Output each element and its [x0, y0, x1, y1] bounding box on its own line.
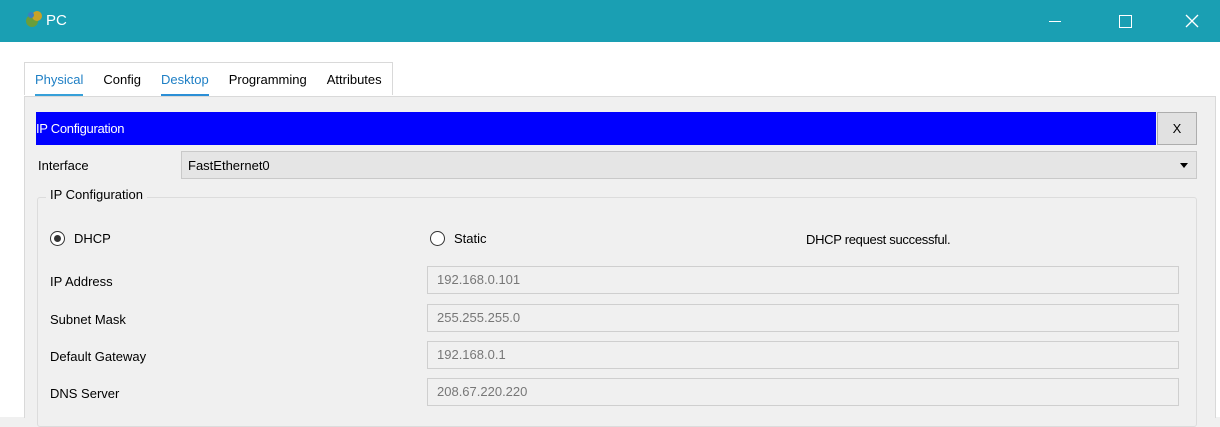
tab-attributes[interactable]: Attributes: [317, 63, 392, 95]
tab-physical[interactable]: Physical: [25, 63, 93, 97]
default-gateway-label: Default Gateway: [50, 349, 147, 364]
dhcp-status-text: DHCP request successful.: [806, 232, 951, 247]
tab-strip: Physical Config Desktop Programming Attr…: [24, 62, 393, 97]
window-title: PC: [46, 12, 67, 29]
static-label: Static: [454, 231, 487, 246]
dns-server-field[interactable]: 208.67.220.220: [427, 378, 1179, 406]
interface-label: Interface: [38, 158, 89, 173]
subnet-mask-field[interactable]: 255.255.255.0: [427, 304, 1179, 332]
maximize-button[interactable]: [1102, 0, 1148, 42]
tab-config[interactable]: Config: [93, 63, 151, 95]
subnet-mask-label: Subnet Mask: [50, 312, 126, 327]
radio-checked-icon: [50, 231, 65, 246]
dhcp-label: DHCP: [74, 231, 111, 246]
default-gateway-field[interactable]: 192.168.0.1: [427, 341, 1179, 369]
ip-address-label: IP Address: [50, 274, 113, 289]
close-window-button[interactable]: [1164, 0, 1220, 42]
tab-desktop[interactable]: Desktop: [151, 63, 219, 97]
static-radio[interactable]: Static: [430, 231, 487, 246]
maximize-icon: [1118, 14, 1132, 28]
ip-config-group-label: IP Configuration: [46, 187, 147, 202]
ip-config-header: IP Configuration: [36, 112, 1156, 145]
tab-programming[interactable]: Programming: [219, 63, 317, 95]
ip-address-field[interactable]: 192.168.0.101: [427, 266, 1179, 294]
interface-select[interactable]: FastEthernet0: [181, 151, 1197, 179]
pc-app-icon: [26, 11, 42, 27]
minimize-icon: [1049, 20, 1061, 22]
minimize-button[interactable]: [1032, 0, 1078, 42]
radio-unchecked-icon: [430, 231, 445, 246]
ip-config-title: IP Configuration: [36, 121, 125, 136]
close-icon: [1185, 14, 1199, 28]
chevron-down-icon: [1180, 163, 1188, 168]
title-bar: PC: [0, 0, 1220, 42]
ip-config-close-button[interactable]: X: [1157, 112, 1197, 145]
dhcp-radio[interactable]: DHCP: [50, 231, 111, 246]
dns-server-label: DNS Server: [50, 386, 120, 401]
interface-value: FastEthernet0: [188, 158, 270, 173]
